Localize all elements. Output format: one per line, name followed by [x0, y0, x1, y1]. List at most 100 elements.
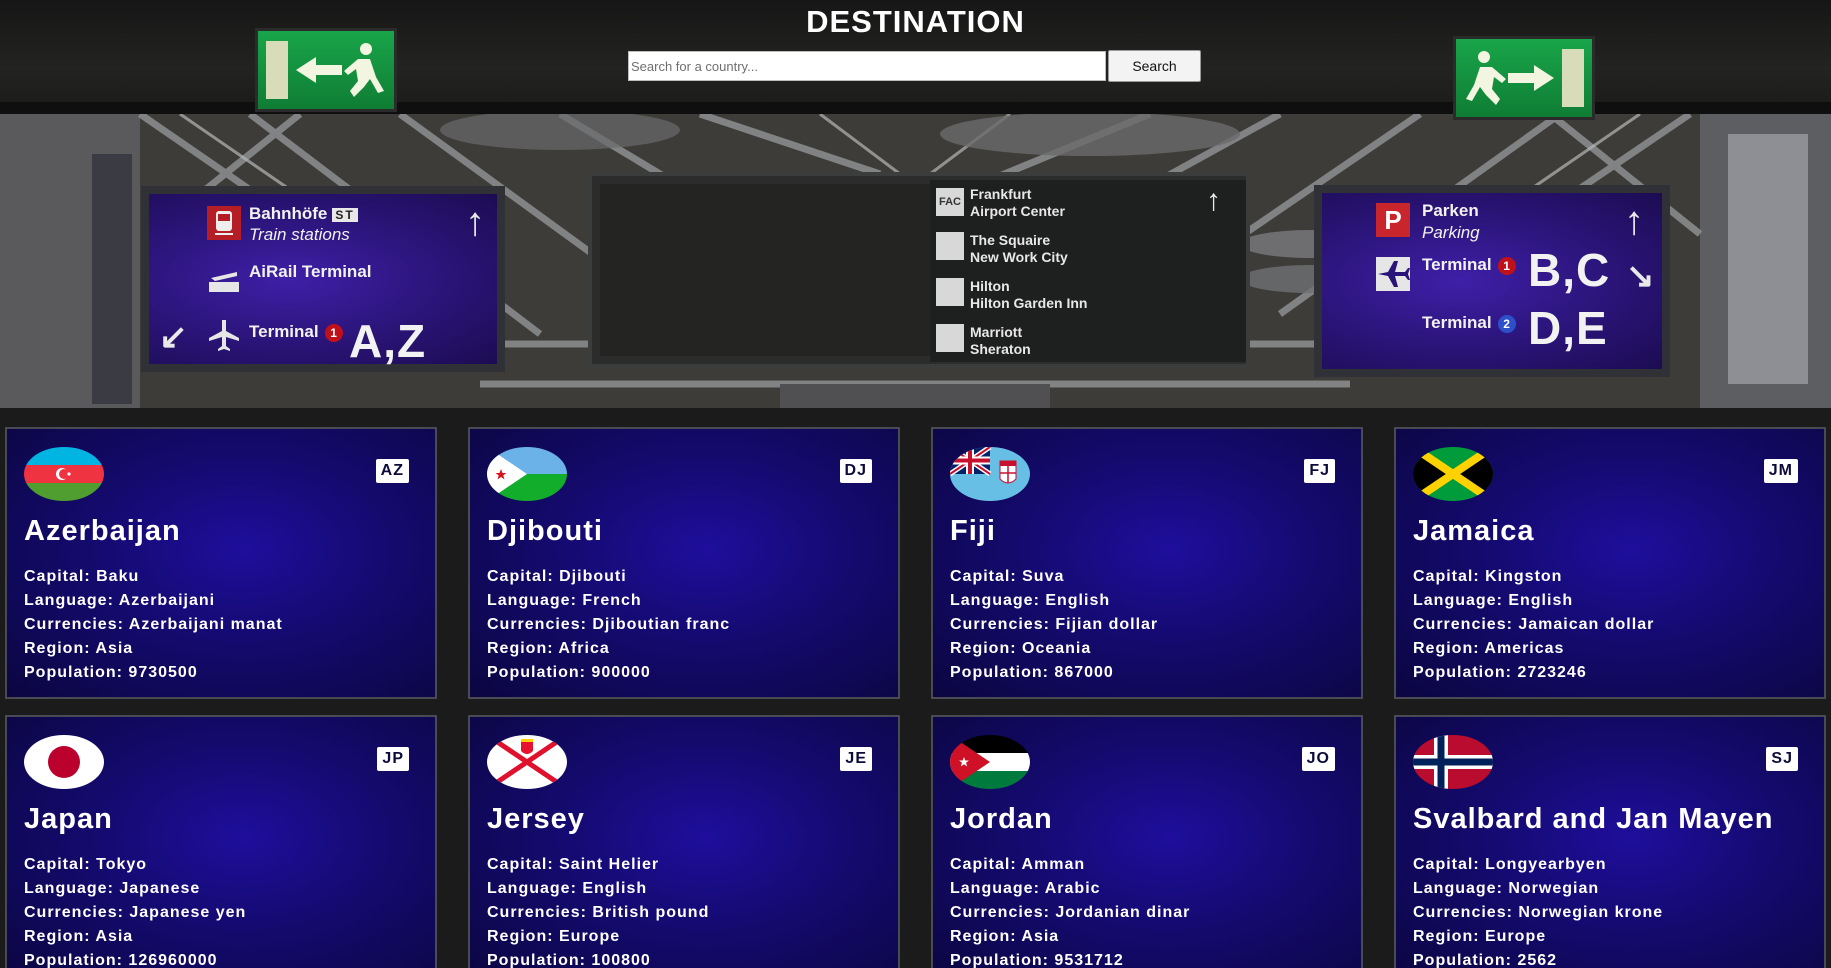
hotel-icon [936, 278, 964, 306]
sign-line-parking: Parking [1422, 223, 1480, 242]
population-text: Population: 126960000 [24, 952, 218, 968]
region-text: Region: Africa [487, 640, 610, 657]
population-text: Population: 2562 [1413, 952, 1558, 968]
capital-text: Capital: Suva [950, 568, 1065, 585]
country-facts: Capital: Longyearbyen Language: Norwegia… [1413, 853, 1663, 968]
country-name: Jersey [487, 803, 585, 835]
currencies-text: Currencies: Jamaican dollar [1413, 616, 1655, 633]
djibouti-flag-icon [487, 447, 567, 501]
terminal-sign-left: Bahnhöfe ST Train stations ↑ AiRail Termi… [141, 186, 505, 372]
country-facts: Capital: Tokyo Language: Japanese Curren… [24, 853, 246, 968]
country-card-jordan[interactable]: JO Jordan Capital: Amman Language: Arabi… [931, 715, 1363, 968]
region-text: Region: Americas [1413, 640, 1565, 657]
fac-icon: FAC [936, 188, 964, 216]
capital-text: Capital: Longyearbyen [1413, 856, 1607, 873]
population-text: Population: 2723246 [1413, 664, 1587, 681]
country-code-badge: FJ [1304, 459, 1335, 483]
country-code-badge: JP [377, 747, 409, 771]
board-arrow-up-icon: ↑ [1206, 184, 1221, 217]
country-card-azerbaijan[interactable]: AZ Azerbaijan Capital: Baku Language: Az… [5, 427, 437, 699]
airail-icon [207, 264, 241, 298]
board-blank-panel [600, 184, 930, 356]
country-facts: Capital: Suva Language: English Currenci… [950, 565, 1158, 685]
board-item-frankfurt: Frankfurt Airport Center [970, 186, 1065, 219]
capital-text: Capital: Tokyo [24, 856, 148, 873]
country-facts: Capital: Saint Helier Language: English … [487, 853, 709, 968]
terminal-sign-right: P Parken Parking ↑ Terminal 1 B,C ↘ Termi… [1314, 185, 1670, 377]
sign-gates-bc: B,C [1528, 244, 1611, 296]
country-facts: Capital: Baku Language: Azerbaijani Curr… [24, 565, 283, 685]
hotel-icon [936, 324, 964, 352]
arrow-down-right-icon: ↘ [1626, 257, 1655, 295]
azerbaijan-flag-icon [24, 447, 104, 501]
sign-line-bahnhofe: Bahnhöfe ST [249, 204, 358, 224]
country-facts: Capital: Djibouti Language: French Curre… [487, 565, 730, 685]
jersey-flag-icon [487, 735, 567, 789]
airplane-icon [207, 318, 241, 352]
country-facts: Capital: Kingston Language: English Curr… [1413, 565, 1654, 685]
region-text: Region: Oceania [950, 640, 1092, 657]
arrow-up-icon: ↑ [1624, 199, 1644, 243]
country-card-grid: AZ Azerbaijan Capital: Baku Language: Az… [0, 424, 1831, 968]
board-item-hilton: Hilton Hilton Garden Inn [970, 278, 1088, 311]
population-text: Population: 867000 [950, 664, 1114, 681]
page-title: DESTINATION [806, 4, 1025, 39]
sign-line-terminal-2: Terminal 2 [1422, 313, 1516, 333]
population-text: Population: 9730500 [24, 664, 198, 681]
train-icon [207, 206, 241, 240]
sign-line-parken: Parken [1422, 201, 1479, 220]
country-code-badge: AZ [375, 459, 409, 483]
country-code-badge: JO [1301, 747, 1335, 771]
currencies-text: Currencies: Fijian dollar [950, 616, 1159, 633]
japan-flag-icon [24, 735, 104, 789]
region-text: Region: Asia [950, 928, 1060, 945]
country-code-badge: JE [840, 747, 872, 771]
directions-board: FAC Frankfurt Airport Center ↑ The Squair… [588, 172, 1250, 368]
region-text: Region: Europe [487, 928, 621, 945]
country-card-jersey[interactable]: JE Jersey Capital: Saint Helier Language… [468, 715, 900, 968]
currencies-text: Currencies: British pound [487, 904, 710, 921]
population-text: Population: 9531712 [950, 952, 1124, 968]
exit-sign-right [1453, 36, 1595, 120]
language-text: Language: Azerbaijani [24, 592, 216, 609]
country-card-fiji[interactable]: FJ Fiji Capital: Suva Language: English … [931, 427, 1363, 699]
country-code-badge: DJ [839, 459, 872, 483]
region-text: Region: Asia [24, 640, 134, 657]
search-button[interactable]: Search [1108, 50, 1201, 82]
capital-text: Capital: Kingston [1413, 568, 1563, 585]
capital-text: Capital: Amman [950, 856, 1086, 873]
language-text: Language: French [487, 592, 642, 609]
currencies-text: Currencies: Azerbaijani manat [24, 616, 283, 633]
country-card-svalbard-and-jan-mayen[interactable]: SJ Svalbard and Jan Mayen Capital: Longy… [1394, 715, 1826, 968]
language-text: Language: Japanese [24, 880, 201, 897]
region-text: Region: Asia [24, 928, 134, 945]
parking-icon: P [1376, 203, 1410, 237]
country-card-jamaica[interactable]: JM Jamaica Capital: Kingston Language: E… [1394, 427, 1826, 699]
board-item-squaire: The Squaire New Work City [970, 232, 1068, 265]
population-text: Population: 900000 [487, 664, 651, 681]
currencies-text: Currencies: Djiboutian franc [487, 616, 731, 633]
country-name: Jordan [950, 803, 1053, 835]
sign-gates-de: D,E [1528, 302, 1608, 354]
building-icon [936, 232, 964, 260]
language-text: Language: English [950, 592, 1111, 609]
sign-line-terminal-1: Terminal 1 [249, 322, 343, 342]
region-text: Region: Europe [1413, 928, 1547, 945]
jordan-flag-icon [950, 735, 1030, 789]
airplane-icon [1376, 257, 1410, 291]
capital-text: Capital: Saint Helier [487, 856, 660, 873]
country-card-japan[interactable]: JP Japan Capital: Tokyo Language: Japane… [5, 715, 437, 968]
currencies-text: Currencies: Jordanian dinar [950, 904, 1191, 921]
capital-text: Capital: Djibouti [487, 568, 627, 585]
capital-text: Capital: Baku [24, 568, 140, 585]
country-card-djibouti[interactable]: DJ Djibouti Capital: Djibouti Language: … [468, 427, 900, 699]
country-name: Djibouti [487, 515, 603, 547]
norway-flag-icon [1413, 735, 1493, 789]
country-code-badge: SJ [1766, 747, 1798, 771]
fiji-flag-icon [950, 447, 1030, 501]
search-input[interactable] [628, 51, 1106, 81]
country-name: Japan [24, 803, 113, 835]
sign-line-airail: AiRail Terminal [249, 262, 372, 281]
language-text: Language: English [1413, 592, 1574, 609]
language-text: Language: English [487, 880, 648, 897]
